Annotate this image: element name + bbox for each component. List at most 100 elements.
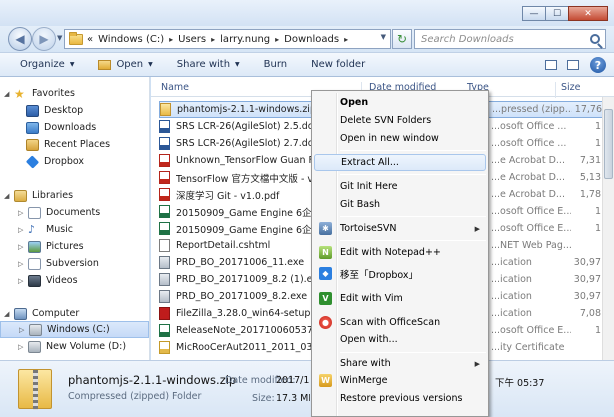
preview-pane-button[interactable] [562, 57, 584, 73]
file-size: 1,78 [579, 189, 601, 200]
winmerge-icon: W [319, 374, 332, 387]
menu-item-tortoisesvn[interactable]: ✱ TortoiseSVN ▶ [314, 220, 486, 237]
collapse-icon[interactable]: ◢ [4, 90, 14, 98]
breadcrumb-windows-c[interactable]: Windows (C:) ▸ [98, 34, 178, 45]
file-type: ...osoft Office ... [491, 138, 567, 149]
minimize-button[interactable]: — [522, 6, 546, 21]
expand-icon[interactable]: ▷ [19, 326, 29, 334]
nav-new-volume-d[interactable]: ▷ New Volume (D:) [0, 338, 149, 355]
breadcrumb-arrow-icon[interactable]: ▸ [344, 35, 348, 44]
menu-item-move-to-dropbox[interactable]: ◆ 移至「Dropbox」 [314, 265, 486, 282]
exe-file-icon [159, 290, 170, 303]
collapse-icon[interactable]: ◢ [4, 310, 14, 318]
nav-pictures[interactable]: ▷ Pictures [0, 238, 149, 255]
pdf-file-icon [159, 171, 170, 184]
file-size: 17,76 [574, 104, 602, 115]
expand-icon[interactable]: ▷ [18, 277, 28, 285]
folder-icon [98, 59, 112, 70]
file-name: ReleaseNote_20171006053750.xl [176, 325, 326, 336]
menu-item-git-bash[interactable]: Git Bash [314, 196, 486, 213]
nav-recent-places[interactable]: Recent Places [0, 136, 149, 153]
search-input[interactable]: Search Downloads [414, 29, 606, 49]
address-dropdown-icon[interactable]: ▼ [381, 33, 386, 41]
organize-button[interactable]: Organize ▼ [20, 59, 74, 70]
file-type: ...e Acrobat D... [491, 155, 565, 166]
menu-item-restore-previous[interactable]: Restore previous versions [314, 390, 486, 407]
share-with-button[interactable]: Share with ▼ [177, 59, 240, 70]
details-file-name: phantomjs-2.1.1-windows.zip [68, 373, 237, 387]
breadcrumb-arrow-icon[interactable]: ▸ [169, 35, 173, 44]
submenu-arrow-icon: ▶ [474, 224, 480, 233]
nav-desktop[interactable]: Desktop [0, 102, 149, 119]
expand-icon[interactable]: ▷ [18, 209, 28, 217]
column-size[interactable]: Size [561, 82, 581, 93]
view-options-button[interactable] [540, 57, 562, 73]
details-size-value: 17.3 MB [276, 393, 310, 404]
breadcrumb-users[interactable]: Users ▸ [178, 34, 220, 45]
breadcrumb-overflow[interactable]: « [87, 34, 93, 45]
menu-item-scan-officescan[interactable]: ● Scan with OfficeScan [314, 314, 486, 331]
view-icon [545, 60, 557, 70]
file-name: phantomjs-2.1.1-windows.zip [177, 104, 316, 115]
forward-arrow-icon: ▶ [39, 32, 49, 46]
open-button[interactable]: Open ▼ [98, 59, 153, 70]
dropbox-icon: ◆ [319, 267, 332, 280]
search-icon[interactable] [590, 34, 600, 44]
menu-item-open-with[interactable]: Open with... [314, 331, 486, 348]
menu-item-winmerge[interactable]: W WinMerge [314, 372, 486, 389]
menu-item-share-with[interactable]: Share with ▶ [314, 355, 486, 372]
nav-subversion[interactable]: ▷ Subversion [0, 255, 149, 272]
menu-item-edit-notepadpp[interactable]: N Edit with Notepad++ [314, 244, 486, 261]
expand-icon[interactable]: ▷ [18, 243, 28, 251]
nav-music[interactable]: ▷ ♪ Music [0, 221, 149, 238]
nav-downloads[interactable]: Downloads [0, 119, 149, 136]
file-type: ...NET Web Pag... [491, 240, 571, 251]
file-name: PRD_BO_20171009_8.2 (1).exe [176, 274, 324, 285]
back-button[interactable]: ◀ [8, 27, 32, 51]
nav-libraries[interactable]: ◢ Libraries [0, 187, 149, 204]
menu-item-edit-with-vim[interactable]: V Edit with Vim [314, 290, 486, 307]
word-file-icon [159, 137, 170, 150]
breadcrumb-larry-nung[interactable]: larry.nung ▸ [220, 34, 284, 45]
menu-item-extract-all[interactable]: Extract All... [314, 154, 486, 171]
forward-button[interactable]: ▶ [32, 27, 56, 51]
expand-icon[interactable]: ▷ [18, 343, 28, 351]
search-placeholder: Search Downloads [421, 34, 514, 45]
address-bar[interactable]: « Windows (C:) ▸ Users ▸ larry.nung ▸ Downl… [64, 29, 391, 49]
tortoisesvn-icon: ✱ [319, 222, 332, 235]
menu-item-delete-svn-folders[interactable]: Delete SVN Folders [314, 112, 486, 129]
file-name: PRD_BO_20171009_8.2.exe [176, 291, 308, 302]
menu-item-git-init[interactable]: Git Init Here [314, 178, 486, 195]
breadcrumb-downloads[interactable]: Downloads ▸ [284, 34, 353, 45]
expand-icon[interactable]: ▷ [18, 260, 28, 268]
command-bar: Organize ▼ Open ▼ Share with ▼ Burn New fol… [0, 52, 614, 77]
nav-windows-c[interactable]: ▷ Windows (C:) [0, 321, 149, 338]
maximize-button[interactable]: ☐ [545, 6, 569, 21]
menu-item-open-new-window[interactable]: Open in new window [314, 130, 486, 147]
subversion-icon [28, 257, 41, 270]
close-button[interactable]: ✕ [568, 6, 608, 21]
vertical-scrollbar[interactable] [602, 97, 614, 360]
nav-videos[interactable]: ▷ Videos [0, 272, 149, 289]
collapse-icon[interactable]: ◢ [4, 192, 14, 200]
menu-item-open[interactable]: Open [314, 94, 486, 111]
nav-computer[interactable]: ◢ Computer [0, 305, 149, 322]
help-icon[interactable]: ? [590, 57, 606, 73]
nav-favorites[interactable]: ◢ ★ Favorites [0, 85, 149, 102]
nav-documents[interactable]: ▷ Documents [0, 204, 149, 221]
breadcrumb-arrow-icon[interactable]: ▸ [211, 35, 215, 44]
nav-dropbox[interactable]: Dropbox [0, 153, 149, 170]
refresh-button[interactable]: ↻ [392, 29, 412, 49]
file-size: 7,08 [579, 308, 601, 319]
breadcrumb-arrow-icon[interactable]: ▸ [275, 35, 279, 44]
file-name: 20150909_Game Engine 6企劃書... [176, 224, 326, 236]
column-name[interactable]: Name [161, 82, 189, 93]
burn-button[interactable]: Burn [264, 59, 287, 70]
new-folder-button[interactable]: New folder [311, 59, 365, 70]
recent-pages-dropdown-icon[interactable]: ▼ [57, 34, 62, 42]
scrollbar-thumb[interactable] [604, 109, 613, 179]
details-date-value: 2017/10/... [276, 375, 310, 386]
navigation-pane: ◢ ★ Favorites Desktop Downloads Recent Pla… [0, 77, 150, 360]
preview-pane-icon [567, 60, 579, 70]
expand-icon[interactable]: ▷ [18, 226, 28, 234]
